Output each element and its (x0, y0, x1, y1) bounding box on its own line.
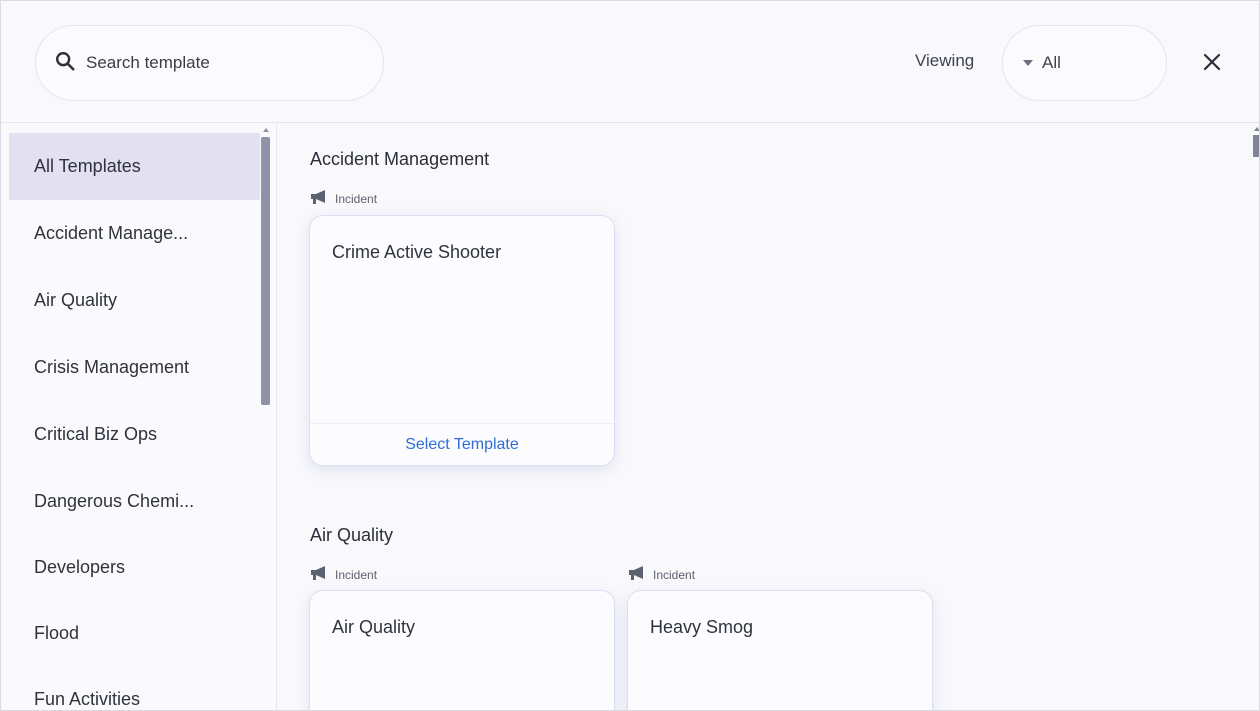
card-title: Heavy Smog (650, 617, 754, 637)
close-icon (1202, 52, 1222, 77)
sidebar-item-fun-activities[interactable]: Fun Activities (9, 666, 260, 710)
main-scroll-up-arrow[interactable] (1254, 127, 1259, 131)
template-picker-dialog: Viewing All All Templates Accident Manag… (0, 0, 1260, 711)
sidebar-item-developers[interactable]: Developers (9, 534, 260, 601)
sidebar-item-critical-biz-ops[interactable]: Critical Biz Ops (9, 401, 260, 468)
template-card-crime-active-shooter[interactable]: Crime Active Shooter Select Template (309, 215, 615, 466)
template-type-badge: Incident (310, 565, 377, 584)
badge-label: Incident (653, 567, 696, 582)
card-title: Air Quality (332, 617, 416, 637)
badge-label: Incident (335, 191, 378, 206)
sidebar-item-accident-management[interactable]: Accident Manage... (9, 200, 260, 267)
sidebar-item-air-quality[interactable]: Air Quality (9, 267, 260, 334)
caret-down-icon (1023, 60, 1033, 66)
sidebar-item-dangerous-chemicals[interactable]: Dangerous Chemi... (9, 468, 260, 535)
megaphone-icon (628, 565, 653, 584)
sidebar-scrollbar-thumb[interactable] (261, 137, 270, 405)
main-scrollbar-thumb[interactable] (1253, 135, 1259, 157)
sidebar-item-all-templates[interactable]: All Templates (9, 133, 260, 200)
select-template-button[interactable]: Select Template (310, 423, 614, 465)
template-card-heavy-smog[interactable]: Heavy Smog (627, 590, 933, 710)
sidebar-scroll-up-arrow[interactable] (263, 128, 269, 132)
card-title: Crime Active Shooter (332, 242, 502, 262)
template-type-badge: Incident (310, 189, 377, 208)
dialog-header: Viewing All (1, 1, 1259, 123)
section-title-accident-management: Accident Management (310, 149, 490, 169)
template-list: Accident Management Incident Crime Activ… (278, 123, 1259, 710)
template-type-badge: Incident (628, 565, 695, 584)
section-title-air-quality: Air Quality (310, 525, 394, 545)
badge-label: Incident (335, 567, 378, 582)
megaphone-icon (310, 189, 335, 208)
close-button[interactable] (1198, 50, 1226, 78)
search-box[interactable] (35, 25, 384, 101)
category-sidebar: All Templates Accident Manage... Air Qua… (1, 123, 277, 710)
viewing-filter-value: All (1042, 53, 1061, 72)
search-icon (54, 50, 76, 77)
megaphone-icon (310, 565, 335, 584)
sidebar-item-flood[interactable]: Flood (9, 600, 260, 667)
viewing-label: Viewing (915, 51, 975, 70)
search-input[interactable] (86, 53, 366, 73)
sidebar-item-crisis-management[interactable]: Crisis Management (9, 334, 260, 401)
template-card-air-quality[interactable]: Air Quality (309, 590, 615, 710)
viewing-filter-dropdown[interactable]: All (1002, 25, 1167, 101)
